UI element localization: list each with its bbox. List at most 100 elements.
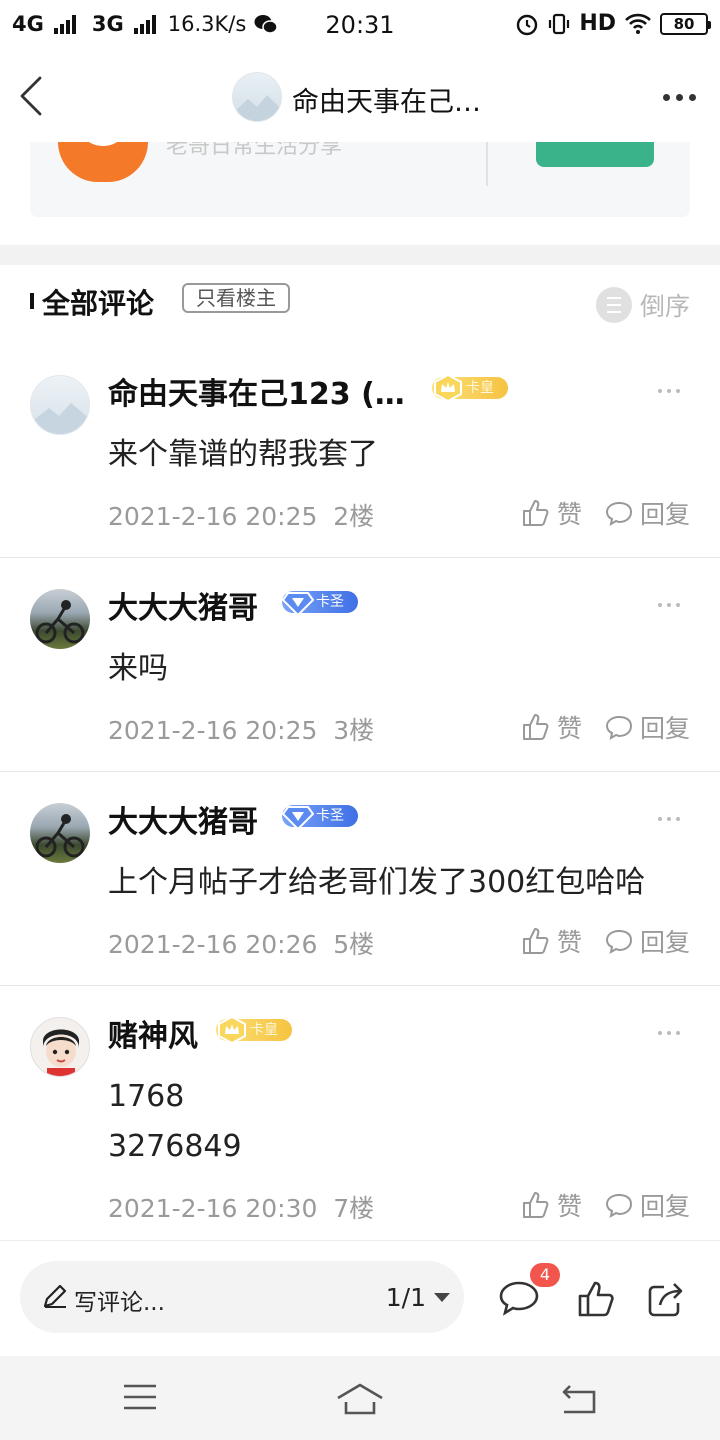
battery-icon: 80 bbox=[660, 12, 711, 35]
avatar[interactable] bbox=[30, 803, 90, 863]
page-selector[interactable]: 1/1 bbox=[386, 1283, 450, 1312]
post-author-avatar[interactable] bbox=[232, 72, 282, 122]
comment-floor: 7楼 bbox=[333, 1194, 375, 1223]
comment-more-button[interactable] bbox=[658, 603, 680, 607]
vibrate-icon bbox=[549, 13, 570, 34]
return-icon[interactable] bbox=[560, 1382, 598, 1416]
wifi-icon bbox=[625, 13, 651, 34]
reply-button[interactable]: 回复 bbox=[604, 1187, 690, 1223]
like-button[interactable]: 赞 bbox=[521, 709, 582, 745]
badge-label: 卡皇 bbox=[250, 1022, 278, 1038]
back-arrow-icon bbox=[20, 76, 42, 116]
page-title: 命由天事在己… bbox=[292, 87, 481, 118]
landscape-icon bbox=[233, 95, 281, 121]
username[interactable]: 赌神风 bbox=[108, 1011, 198, 1055]
alarm-icon bbox=[517, 14, 538, 35]
battery-level: 80 bbox=[673, 14, 695, 33]
comment-more-button[interactable] bbox=[658, 817, 680, 821]
cyclist-icon bbox=[35, 600, 85, 644]
like-button[interactable]: 赞 bbox=[521, 923, 582, 959]
comment-more-button[interactable] bbox=[658, 1031, 680, 1035]
reply-label: 回复 bbox=[639, 928, 690, 957]
more-dot bbox=[689, 94, 696, 101]
pen-icon bbox=[43, 1284, 67, 1308]
forum-enter-button[interactable] bbox=[536, 142, 654, 167]
back-button[interactable] bbox=[16, 74, 56, 118]
avatar[interactable] bbox=[30, 589, 90, 649]
reply-button[interactable]: 回复 bbox=[604, 923, 690, 959]
comment-text: 来吗 bbox=[108, 644, 168, 694]
comment-time: 2021-2-16 20:30 bbox=[108, 1194, 318, 1223]
comment-meta: 2021-2-16 20:25 2楼 bbox=[108, 497, 374, 533]
comment-line: 3276849 bbox=[108, 1129, 242, 1164]
crown-icon bbox=[218, 1015, 246, 1045]
badge-label: 卡圣 bbox=[316, 594, 344, 610]
comment-time: 2021-2-16 20:26 bbox=[108, 930, 318, 959]
forum-description: 老哥日常生活分享 bbox=[166, 142, 343, 159]
divider bbox=[0, 771, 720, 772]
menu-icon[interactable] bbox=[122, 1382, 158, 1412]
comment-text: 上个月帖子才给老哥们发了300红包哈哈 bbox=[108, 858, 645, 908]
cartoon-face-icon bbox=[43, 1029, 79, 1076]
page-indicator: 1/1 bbox=[385, 1283, 426, 1312]
level-badge: 卡皇 bbox=[432, 373, 508, 403]
like-button[interactable]: 赞 bbox=[521, 1187, 582, 1223]
level-badge: 卡圣 bbox=[282, 805, 358, 831]
home-icon[interactable] bbox=[334, 1382, 386, 1416]
only-owner-button[interactable]: 只看楼主 bbox=[182, 283, 290, 313]
status-bar: 4G 3G 16.3K/s 20:31 HD 80 bbox=[0, 0, 720, 50]
diamond-icon bbox=[282, 592, 314, 617]
share-icon[interactable] bbox=[646, 1279, 686, 1319]
sort-label: 倒序 bbox=[639, 292, 690, 321]
sort-icon bbox=[595, 287, 632, 323]
avatar[interactable] bbox=[30, 1017, 90, 1077]
comment-input[interactable]: 写评论... 1/1 bbox=[20, 1261, 464, 1333]
reply-label: 回复 bbox=[639, 1192, 690, 1221]
crown-icon bbox=[434, 373, 462, 403]
comment-line: 来吗 bbox=[108, 651, 168, 686]
comment-actions: 赞 回复 bbox=[521, 709, 690, 745]
comment-line: 1768 bbox=[108, 1079, 185, 1114]
more-button[interactable] bbox=[663, 94, 696, 101]
divider bbox=[486, 142, 488, 186]
comment-floor: 3楼 bbox=[333, 716, 375, 745]
forum-card[interactable]: 老哥日常生活分享 bbox=[30, 142, 690, 217]
avatar[interactable] bbox=[30, 375, 90, 435]
comment-more-button[interactable] bbox=[658, 389, 680, 393]
badge-label: 卡皇 bbox=[466, 380, 494, 396]
comment-icon[interactable] bbox=[498, 1279, 540, 1317]
username[interactable]: 命由天事在己123 (… bbox=[108, 369, 405, 413]
comment-time: 2021-2-16 20:25 bbox=[108, 716, 318, 745]
landscape-icon bbox=[31, 403, 89, 434]
title-bar: 命由天事在己… bbox=[0, 50, 720, 142]
reply-label: 回复 bbox=[639, 500, 690, 529]
status-right: HD 80 bbox=[515, 11, 711, 36]
like-icon bbox=[522, 500, 549, 526]
sort-button[interactable]: 倒序 bbox=[595, 287, 690, 323]
section-marker bbox=[30, 293, 34, 309]
like-icon[interactable] bbox=[576, 1279, 616, 1319]
username[interactable]: 大大大猪哥 bbox=[108, 583, 258, 627]
more-dot bbox=[663, 94, 670, 101]
like-button[interactable]: 赞 bbox=[521, 495, 582, 531]
comment-floor: 5楼 bbox=[333, 930, 375, 959]
divider bbox=[0, 557, 720, 558]
comment-meta: 2021-2-16 20:26 5楼 bbox=[108, 925, 374, 961]
username[interactable]: 大大大猪哥 bbox=[108, 797, 258, 841]
comment-line: 上个月帖子才给老哥们发了300红包哈哈 bbox=[108, 865, 646, 900]
more-dot bbox=[676, 94, 683, 101]
reply-button[interactable]: 回复 bbox=[604, 709, 690, 745]
reply-icon bbox=[605, 501, 632, 527]
system-nav-bar bbox=[0, 1356, 720, 1440]
comment-actions: 赞 回复 bbox=[521, 1187, 690, 1223]
like-label: 赞 bbox=[556, 714, 582, 743]
level-badge: 卡圣 bbox=[282, 591, 358, 617]
comment-item: 命由天事在己123 (… 卡皇 来个靠谱的帮我套了 2021-2-16 20:2… bbox=[0, 345, 720, 558]
comment-actions: 赞 回复 bbox=[521, 923, 690, 959]
comment-placeholder: 写评论... bbox=[74, 1290, 165, 1316]
comment-item: 大大大猪哥 卡圣 上个月帖子才给老哥们发了300红包哈哈 2021-2-16 2… bbox=[0, 773, 720, 986]
reply-button[interactable]: 回复 bbox=[604, 495, 690, 531]
like-icon bbox=[522, 714, 549, 740]
like-label: 赞 bbox=[556, 1192, 582, 1221]
comment-floor: 2楼 bbox=[333, 502, 375, 531]
